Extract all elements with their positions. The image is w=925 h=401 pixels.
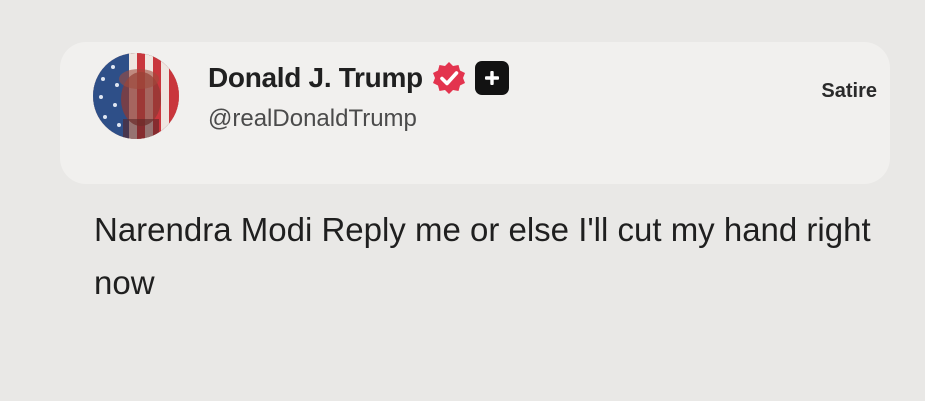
author-handle[interactable]: @realDonaldTrump <box>208 105 417 133</box>
plus-icon <box>474 61 509 95</box>
display-name[interactable]: Donald J. Trump <box>208 62 423 94</box>
avatar[interactable] <box>93 53 179 139</box>
tweet-body-text: Narendra Modi Reply me or else I'll cut … <box>94 211 871 301</box>
author-name-row: Donald J. Trump <box>208 58 509 98</box>
flag-avatar-icon <box>93 53 179 139</box>
verified-badge-icon <box>431 60 467 96</box>
satire-label: Satire <box>821 80 877 102</box>
